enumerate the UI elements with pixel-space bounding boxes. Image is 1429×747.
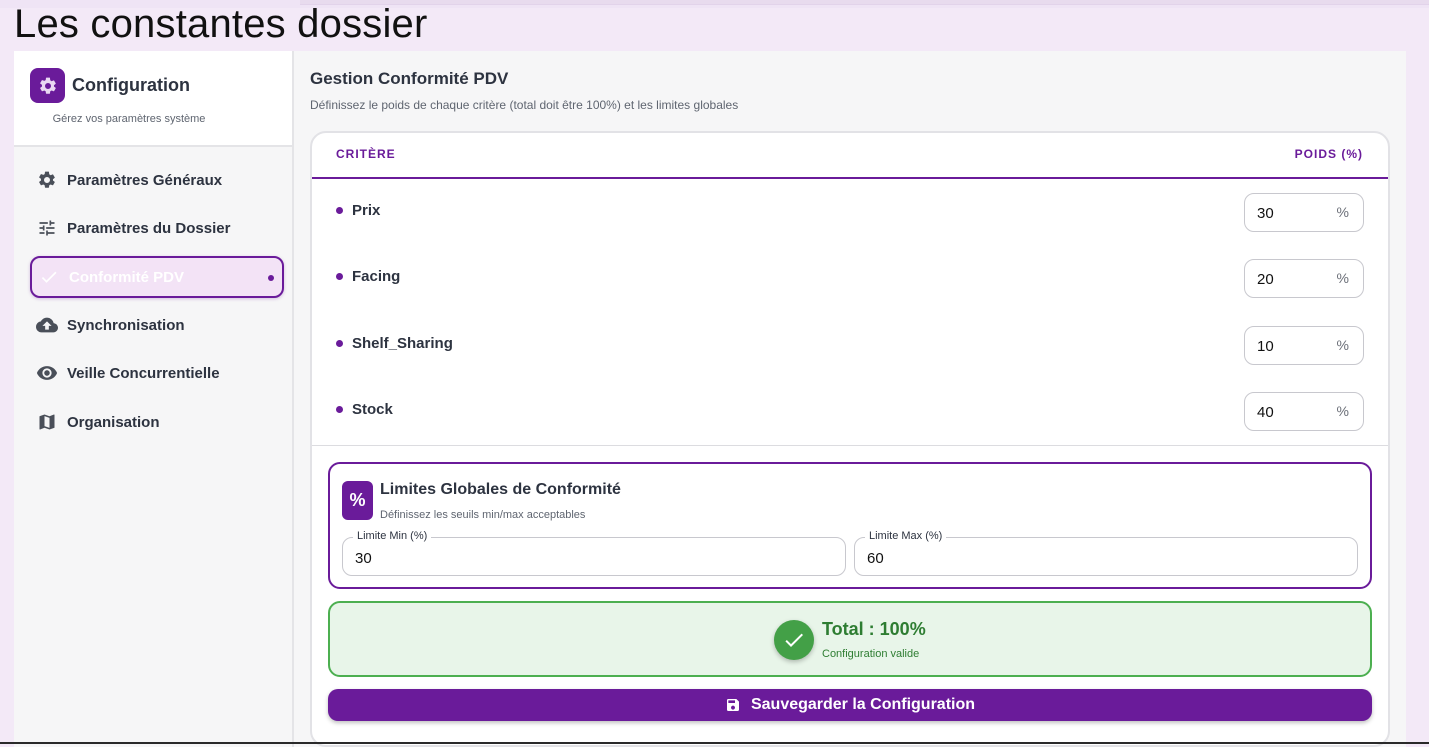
weight-field: % — [1244, 326, 1364, 365]
weight-field: % — [1244, 259, 1364, 298]
sidebar: Configuration Gérez vos paramètres systè… — [14, 51, 294, 747]
sidebar-item-veille-concurrentielle[interactable]: Veille Concurrentielle — [30, 352, 284, 394]
bullet-dot — [336, 340, 343, 347]
percent-unit: % — [1336, 270, 1349, 286]
min-limit-field: Limite Min (%) — [342, 530, 846, 576]
table-row: Shelf_Sharing % — [312, 313, 1388, 379]
percent-unit: % — [1336, 204, 1349, 220]
map-icon — [36, 411, 58, 433]
sidebar-item-label: Paramètres Généraux — [67, 171, 223, 189]
sidebar-item-label: Synchronisation — [67, 316, 185, 334]
gear-icon — [36, 169, 58, 191]
cloud-upload-icon — [36, 314, 58, 336]
sidebar-item-label: Conformité PDV — [69, 268, 185, 286]
global-limits-panel: % Limites Globales de Conformité Définis… — [328, 462, 1372, 589]
total-value: Total : 100% — [822, 619, 926, 639]
column-header-criteria: CRITÈRE — [336, 147, 396, 161]
weight-field: % — [1244, 392, 1364, 431]
weight-input-prix[interactable] — [1257, 203, 1317, 223]
save-button-label: Sauvegarder la Configuration — [750, 696, 976, 713]
table-row: Prix % — [312, 180, 1388, 246]
weight-input-facing[interactable] — [1257, 269, 1317, 289]
criterion-name: Shelf_Sharing — [352, 335, 453, 352]
sidebar-item-conformite-pdv[interactable]: Conformité PDV — [30, 256, 284, 298]
total-status-panel: Total : 100% Configuration valide — [328, 601, 1372, 677]
bottom-rule — [0, 742, 1429, 744]
weight-input-shelf-sharing[interactable] — [1257, 336, 1317, 356]
bullet-dot — [336, 406, 343, 413]
criterion-name: Facing — [352, 268, 401, 285]
sidebar-item-label: Organisation — [67, 413, 160, 431]
bullet-dot — [336, 207, 343, 214]
section-title: Gestion Conformité PDV — [310, 69, 509, 88]
min-limit-label: Limite Min (%) — [353, 530, 432, 542]
table-row: Facing % — [312, 246, 1388, 312]
total-status-text: Configuration valide — [822, 648, 920, 660]
main-content: Gestion Conformité PDV Définissez le poi… — [294, 51, 1406, 747]
percent-icon: % — [342, 481, 373, 520]
page-title: Les constantes dossier — [14, 2, 428, 46]
tune-icon — [36, 217, 58, 239]
min-limit-input[interactable] — [355, 548, 815, 568]
sidebar-item-parametres-generaux[interactable]: Paramètres Généraux — [30, 159, 284, 201]
check-circle-icon — [774, 620, 814, 660]
divider — [312, 445, 1388, 446]
save-configuration-button[interactable]: Sauvegarder la Configuration — [328, 689, 1372, 721]
sidebar-item-label: Paramètres du Dossier — [67, 219, 231, 237]
eye-icon — [36, 362, 58, 384]
percent-unit: % — [1336, 403, 1349, 419]
limits-subtitle: Définissez les seuils min/max acceptable… — [380, 509, 586, 521]
max-limit-input[interactable] — [867, 548, 1327, 568]
save-icon — [726, 699, 739, 711]
sidebar-title: Configuration — [72, 75, 190, 95]
table-row: Stock % — [312, 379, 1388, 445]
column-header-weight: POIDS (%) — [1294, 147, 1363, 161]
weight-field: % — [1244, 193, 1364, 232]
sidebar-item-label: Veille Concurrentielle — [67, 364, 220, 382]
sidebar-item-parametres-dossier[interactable]: Paramètres du Dossier — [30, 207, 284, 249]
criterion-name: Stock — [352, 401, 393, 418]
max-limit-field: Limite Max (%) — [854, 530, 1358, 576]
bullet-dot — [336, 273, 343, 280]
settings-logo-icon — [30, 68, 65, 103]
criteria-card: CRITÈRE POIDS (%) Prix % Facing — [310, 131, 1390, 747]
app-window: Configuration Gérez vos paramètres systè… — [14, 51, 1406, 747]
max-limit-label: Limite Max (%) — [865, 530, 947, 542]
percent-unit: % — [1336, 337, 1349, 353]
sidebar-subtitle: Gérez vos paramètres système — [52, 113, 206, 125]
sidebar-item-organisation[interactable]: Organisation — [30, 401, 284, 443]
check-icon — [38, 266, 60, 288]
limits-title: Limites Globales de Conformité — [380, 481, 621, 498]
section-subtitle: Définissez le poids de chaque critère (t… — [310, 98, 739, 112]
criterion-name: Prix — [352, 202, 381, 219]
sidebar-item-synchronisation[interactable]: Synchronisation — [30, 304, 284, 346]
weight-input-stock[interactable] — [1257, 402, 1317, 422]
table-header: CRITÈRE POIDS (%) — [312, 133, 1388, 179]
active-indicator-dot — [268, 275, 274, 281]
sidebar-header: Configuration Gérez vos paramètres systè… — [14, 51, 292, 147]
